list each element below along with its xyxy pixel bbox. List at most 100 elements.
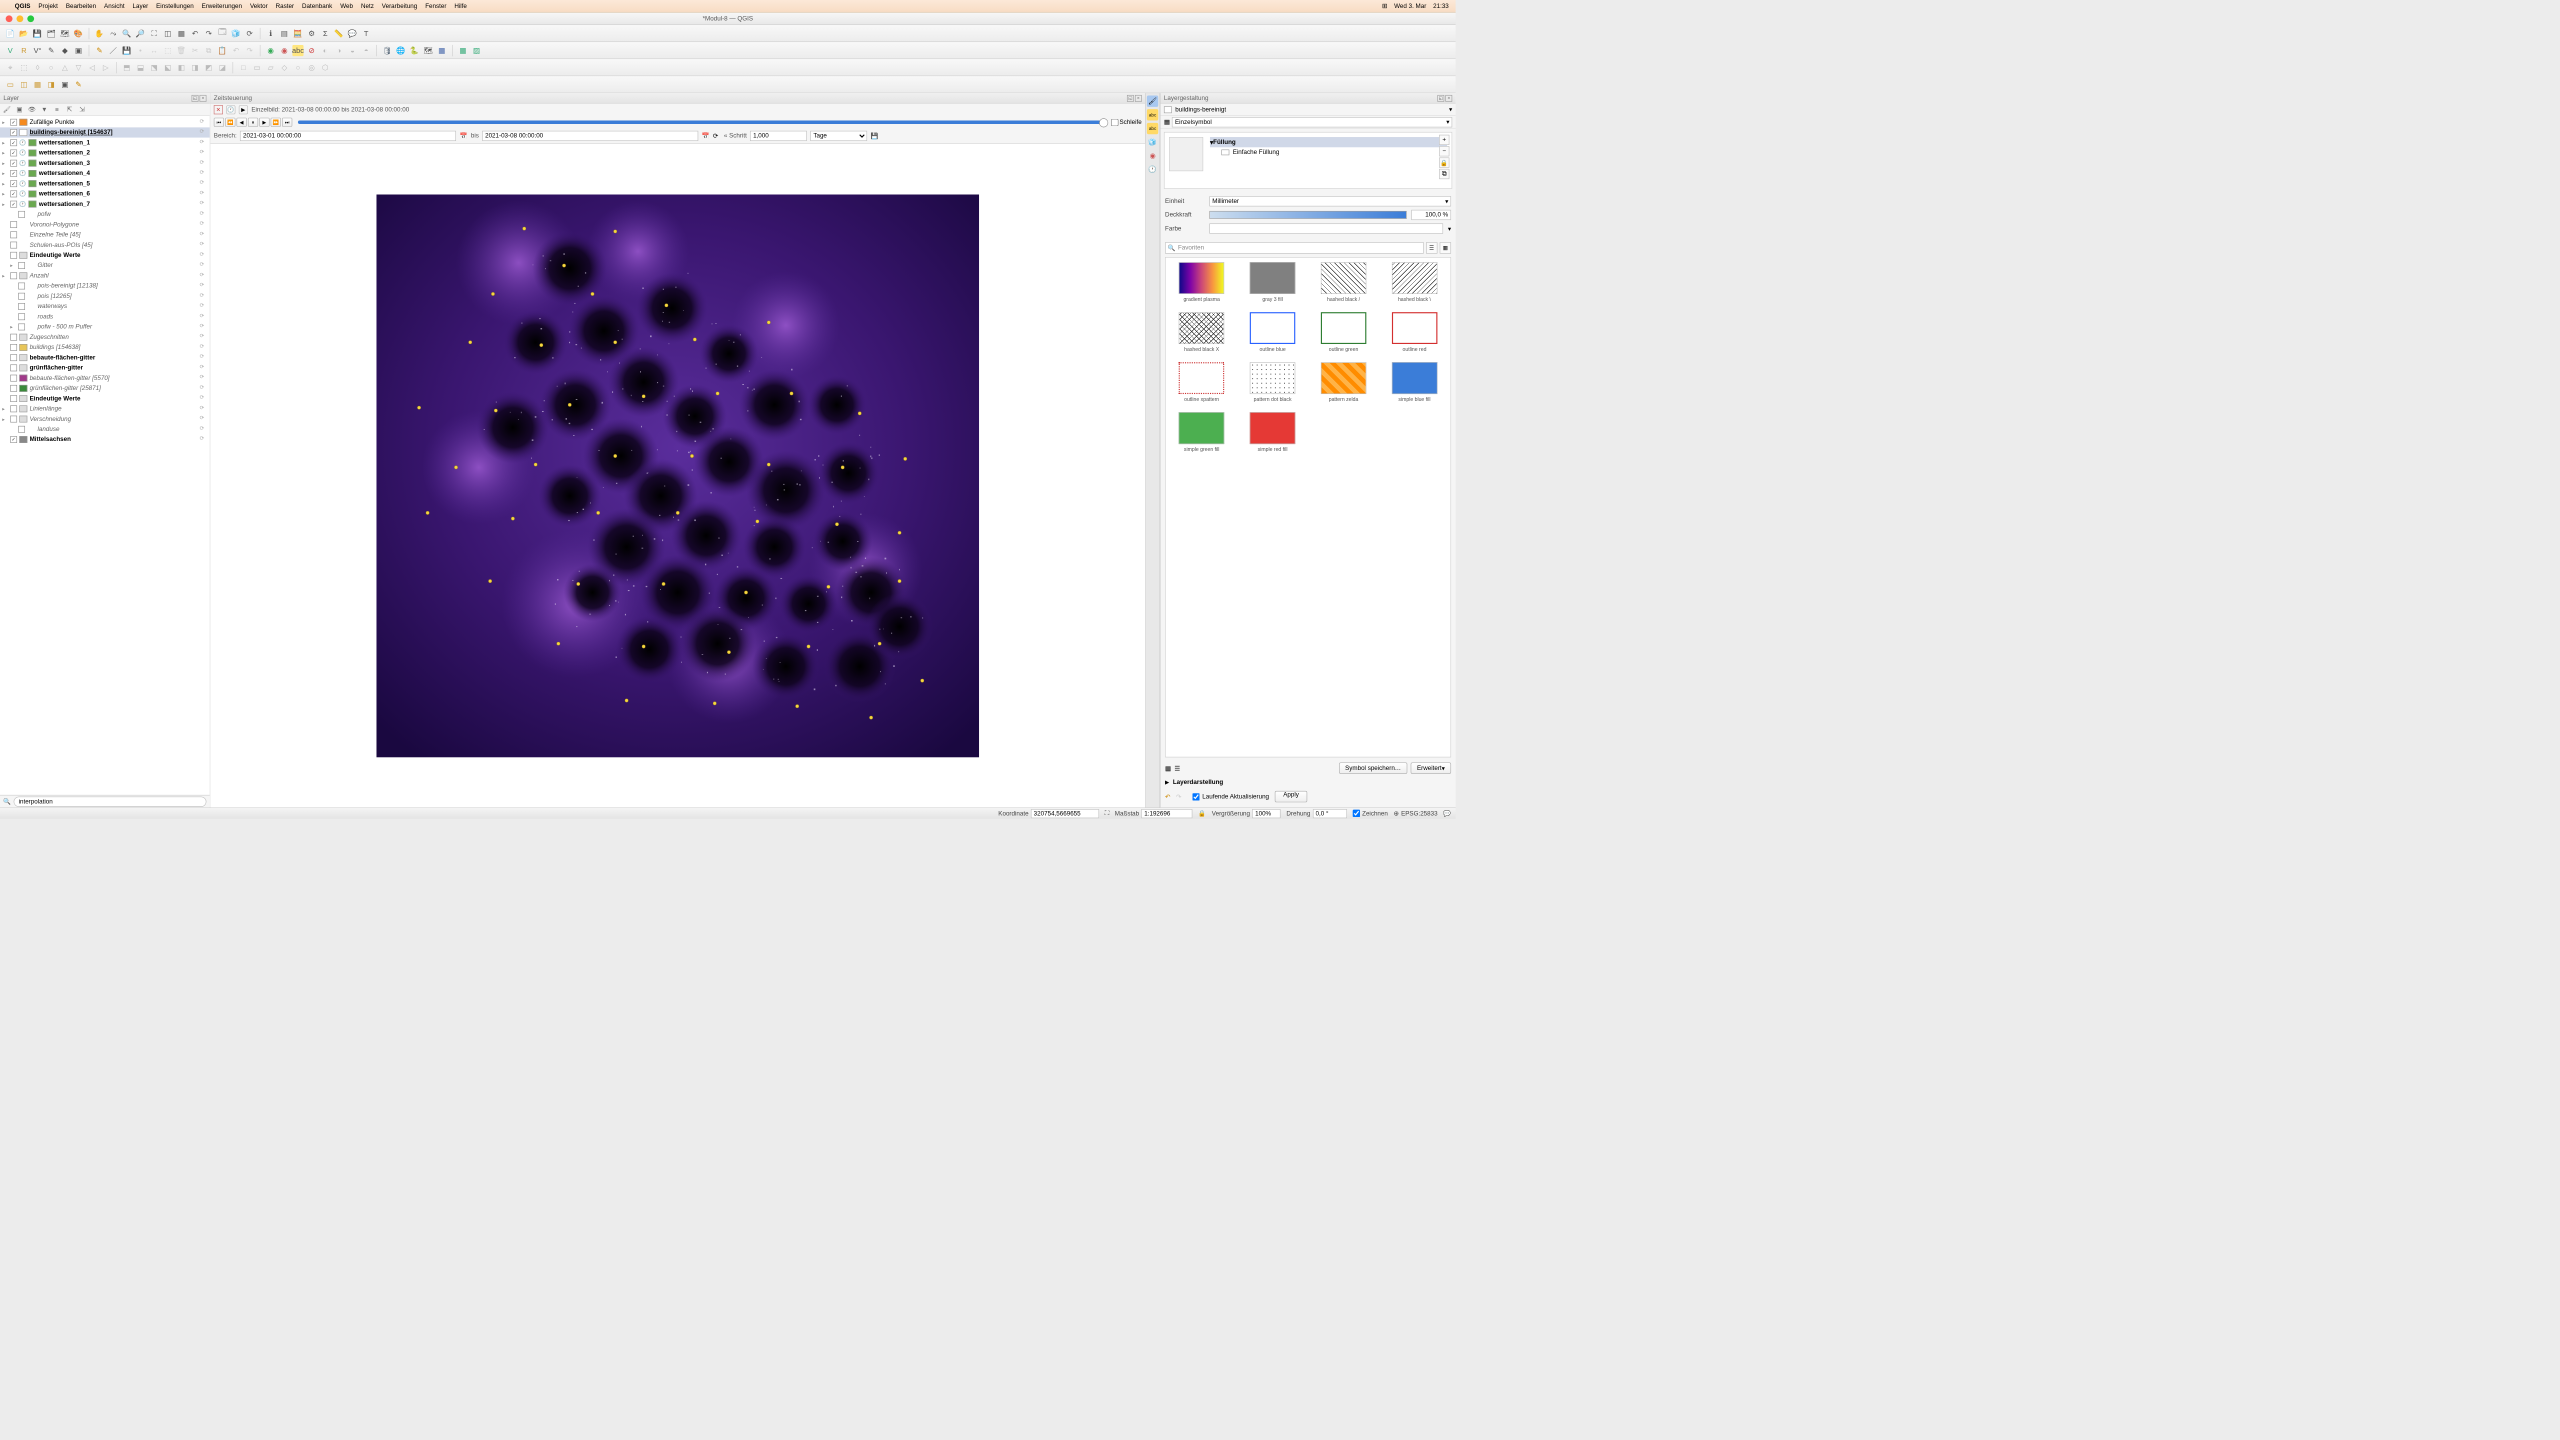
sel4-icon[interactable]: ◨	[45, 79, 56, 90]
fav-item[interactable]: simple green fill	[1170, 412, 1233, 452]
add-raster-icon[interactable]: R	[18, 45, 29, 56]
menu-date[interactable]: Wed 3. Mar	[1394, 3, 1426, 10]
db-icon[interactable]: 🛢	[382, 45, 393, 56]
time-slider[interactable]	[298, 121, 1105, 124]
time-panel-close-icon[interactable]: ×	[1135, 95, 1142, 102]
collapse-all-icon[interactable]: ⇱	[65, 105, 74, 114]
expand-icon[interactable]: ▸	[2, 273, 8, 279]
menu-projekt[interactable]: Projekt	[38, 3, 57, 10]
filter-legend-icon[interactable]: ▼	[40, 105, 49, 114]
snap4-icon[interactable]: ○	[45, 62, 56, 73]
layer-row[interactable]: ▸Gitter⟳	[0, 260, 210, 270]
labels-tab-icon[interactable]: abc	[1147, 109, 1158, 120]
layer-row[interactable]: ▸Linienlänge⟳	[0, 404, 210, 414]
layer-row[interactable]: ▸🕐wettersationen_7⟳	[0, 199, 210, 209]
coord-input[interactable]	[1031, 809, 1099, 818]
messages-icon[interactable]: 💬	[1443, 810, 1451, 817]
visibility-checkbox[interactable]	[10, 395, 17, 402]
mag-input[interactable]	[1252, 809, 1280, 818]
shape2-icon[interactable]: ▭	[251, 62, 262, 73]
fav-item[interactable]: hashed black \	[1383, 262, 1446, 302]
time-range-end-input[interactable]	[482, 131, 698, 141]
time-pause-button[interactable]: ⏸	[248, 118, 258, 127]
measure-icon[interactable]: 📏	[333, 28, 344, 39]
shape5-icon[interactable]: ○	[292, 62, 303, 73]
expand-icon[interactable]: ▸	[2, 150, 8, 156]
fav-item[interactable]: pattern zelda	[1312, 362, 1375, 402]
expand-icon[interactable]: ▸	[2, 416, 8, 422]
expand-icon[interactable]: ▸	[2, 160, 8, 166]
plugin2-icon[interactable]: ◉	[279, 45, 290, 56]
mesh1-icon[interactable]: ▦	[457, 45, 468, 56]
visibility-checkbox[interactable]	[10, 272, 17, 279]
layer-row[interactable]: Einzelne Teile [45]⟳	[0, 230, 210, 240]
attr-table-icon[interactable]: ▤	[279, 28, 290, 39]
osm-icon[interactable]: 🗺	[422, 45, 433, 56]
expand-icon[interactable]: ▸	[2, 119, 8, 125]
app-name[interactable]: QGIS	[15, 3, 31, 10]
layer-row[interactable]: Eindeutige Werte⟳	[0, 393, 210, 403]
snap2-icon[interactable]: ⬚	[18, 62, 29, 73]
styling-undock-icon[interactable]: ◱	[1437, 95, 1444, 102]
style-manager-icon[interactable]: 🎨	[73, 28, 84, 39]
delete-selected-icon[interactable]: 🗑	[176, 45, 187, 56]
new-gpkg-icon[interactable]: ▣	[73, 45, 84, 56]
time-range-start-input[interactable]	[240, 131, 456, 141]
layer-row[interactable]: pois [12265]⟳	[0, 291, 210, 301]
layer-row[interactable]: grünflächen-gitter⟳	[0, 363, 210, 373]
time-end-button[interactable]: ⏭	[282, 118, 292, 127]
diag2-icon[interactable]: ◑	[333, 45, 344, 56]
3d-tab-icon[interactable]: 🧊	[1147, 136, 1158, 147]
new-3d-view-icon[interactable]: 🧊	[230, 28, 241, 39]
visibility-checkbox[interactable]	[18, 313, 25, 320]
add-vector-icon[interactable]: V	[5, 45, 16, 56]
menu-extra-icon[interactable]: ⊞	[1382, 2, 1387, 9]
layer-row[interactable]: buildings [154638]⟳	[0, 342, 210, 352]
layer-row[interactable]: ▸Zufällige Punkte⟳	[0, 117, 210, 127]
snap7-icon[interactable]: ◁	[86, 62, 97, 73]
scale-input[interactable]	[1141, 809, 1192, 818]
renderer-combo[interactable]: Einzelsymbol▾	[1172, 117, 1452, 127]
menu-erweiterungen[interactable]: Erweiterungen	[202, 3, 242, 10]
live-update-checkbox[interactable]	[1193, 793, 1200, 800]
sel5-icon[interactable]: ▣	[59, 79, 70, 90]
panel-close-icon[interactable]: ×	[200, 95, 207, 102]
new-layout-icon[interactable]: 🗂	[45, 28, 56, 39]
visibility-checkbox[interactable]	[18, 324, 25, 331]
visibility-checkbox[interactable]	[10, 150, 17, 157]
field-calc-icon[interactable]: 🧮	[292, 28, 303, 39]
zoom-layer-icon[interactable]: ▦	[176, 28, 187, 39]
cut-icon[interactable]: ✂	[189, 45, 200, 56]
fav-item[interactable]: outline red	[1383, 312, 1446, 352]
symbol-tree-fill[interactable]: ▾ Füllung	[1210, 137, 1447, 147]
menu-fenster[interactable]: Fenster	[425, 3, 446, 10]
fav-item[interactable]: gray 3 fill	[1241, 262, 1304, 302]
time-loop-checkbox[interactable]	[1111, 119, 1118, 126]
visibility-checkbox[interactable]	[10, 201, 17, 208]
panel-undock-icon[interactable]: ◱	[192, 95, 199, 102]
menu-bearbeiten[interactable]: Bearbeiten	[66, 3, 96, 10]
time-unit-select[interactable]: Tage	[810, 131, 867, 141]
layer-row[interactable]: Zugeschnitten⟳	[0, 332, 210, 342]
undo-style-button[interactable]: ↶	[1165, 793, 1170, 800]
zoom-last-icon[interactable]: ↶	[189, 28, 200, 39]
layer-row[interactable]: bebaute-flächen-gitter [5570]⟳	[0, 373, 210, 383]
shape4-icon[interactable]: ◇	[279, 62, 290, 73]
visibility-checkbox[interactable]	[18, 303, 25, 310]
save-edits-icon[interactable]: 💾	[121, 45, 132, 56]
visibility-checkbox[interactable]	[18, 426, 25, 433]
visibility-checkbox[interactable]	[10, 416, 17, 423]
sel6-icon[interactable]: ✎	[73, 79, 84, 90]
time-rewind-button[interactable]: ⏮	[214, 118, 224, 127]
snap5-icon[interactable]: △	[59, 62, 70, 73]
add-group-icon[interactable]: ▣	[15, 105, 24, 114]
time-stepback-button[interactable]: ⏪	[225, 118, 235, 127]
visibility-checkbox[interactable]	[10, 119, 17, 126]
layer-style-icon[interactable]: 🖌	[2, 105, 11, 114]
fav-item[interactable]: hashed black X	[1170, 312, 1233, 352]
menu-web[interactable]: Web	[340, 3, 353, 10]
time-start-cal-icon[interactable]: 📅	[460, 132, 468, 139]
layer-row[interactable]: ▸🕐wettersationen_5⟳	[0, 179, 210, 189]
label-icon[interactable]: abc	[292, 45, 303, 56]
expand-icon[interactable]: ▸	[2, 406, 8, 412]
